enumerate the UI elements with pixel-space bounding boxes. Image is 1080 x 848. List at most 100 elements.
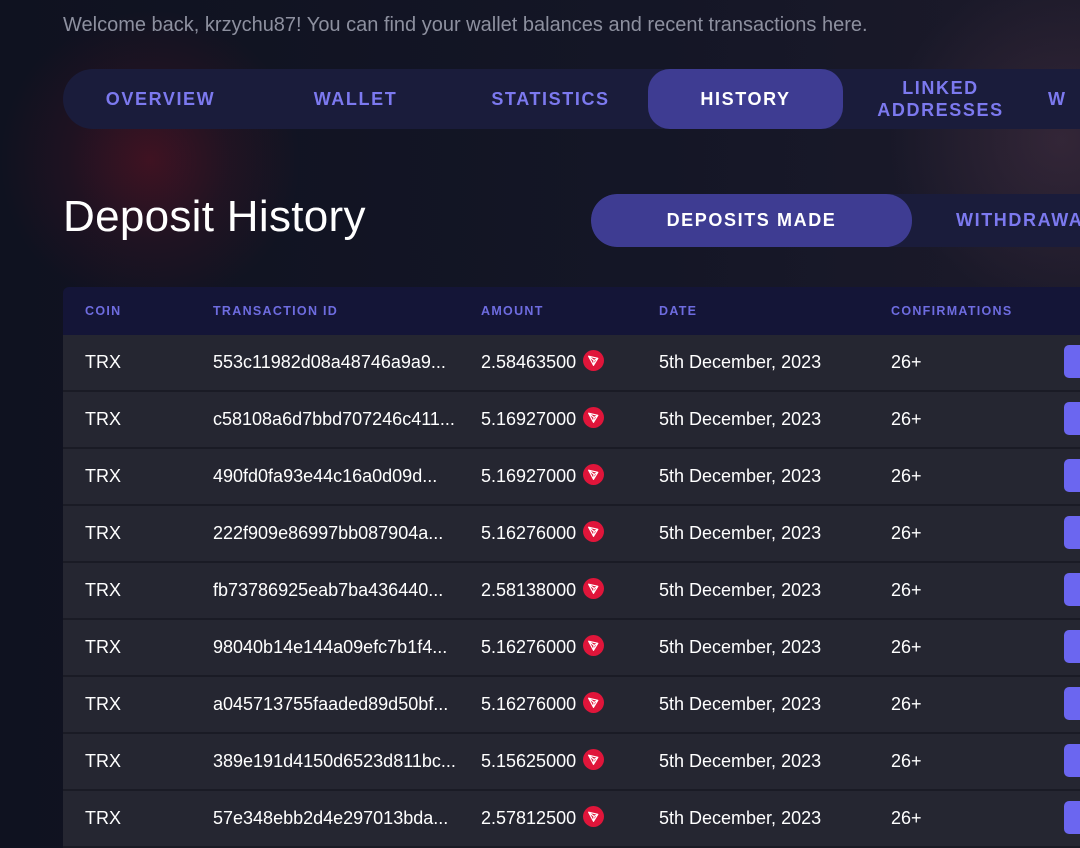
tron-icon <box>583 749 605 770</box>
cell-amount: 5.15625000 <box>481 734 605 789</box>
row-action-button[interactable] <box>1064 345 1080 378</box>
cell-date: 5th December, 2023 <box>659 466 822 486</box>
cell-transaction-id[interactable]: fb73786925eab7ba436440... <box>213 563 471 618</box>
header-confirmations: CONFIRMATIONS <box>891 304 1013 318</box>
tron-icon <box>583 521 605 542</box>
table-row: TRX a045713755faaded89d50bf... 5.1627600… <box>63 677 1080 734</box>
cell-coin: TRX <box>85 466 121 486</box>
cell-confirmations: 26+ <box>891 637 922 657</box>
tron-icon <box>583 692 605 713</box>
row-action-button[interactable] <box>1064 687 1080 720</box>
table-row: TRX 57e348ebb2d4e297013bda... 2.57812500… <box>63 791 1080 848</box>
cell-coin: TRX <box>85 808 121 828</box>
tron-icon <box>583 635 605 656</box>
cell-transaction-id[interactable]: 222f909e86997bb087904a... <box>213 506 471 561</box>
row-action-button[interactable] <box>1064 630 1080 663</box>
cell-amount: 2.58138000 <box>481 563 605 618</box>
deposit-history-table: COIN TRANSACTION ID AMOUNT DATE CONFIRMA… <box>63 287 1080 848</box>
wallet-page: Welcome back, krzychu87! You can find yo… <box>0 0 1080 848</box>
cell-date: 5th December, 2023 <box>659 580 822 600</box>
amount-value: 2.58138000 <box>481 580 577 600</box>
cell-transaction-id[interactable]: 389e191d4150d6523d811bc... <box>213 734 471 789</box>
tab-overview[interactable]: OVERVIEW <box>63 69 258 129</box>
tab-history[interactable]: HISTORY <box>648 69 843 129</box>
deposit-withdraw-toggle: DEPOSITS MADE WITHDRAWA <box>591 194 1080 247</box>
tron-icon <box>583 350 605 371</box>
amount-value: 5.15625000 <box>481 751 577 771</box>
table-row: TRX 389e191d4150d6523d811bc... 5.1562500… <box>63 734 1080 791</box>
cell-date: 5th December, 2023 <box>659 352 822 372</box>
tab-linked-addresses[interactable]: LINKED ADDRESSES <box>843 69 1038 129</box>
cell-transaction-id[interactable]: 490fd0fa93e44c16a0d09d... <box>213 449 471 504</box>
tab-wallet[interactable]: WALLET <box>258 69 453 129</box>
table-header: COIN TRANSACTION ID AMOUNT DATE CONFIRMA… <box>63 287 1080 335</box>
row-action-button[interactable] <box>1064 573 1080 606</box>
subtab-deposits-made[interactable]: DEPOSITS MADE <box>591 194 912 247</box>
header-transaction-id: TRANSACTION ID <box>213 304 339 318</box>
cell-date: 5th December, 2023 <box>659 637 822 657</box>
row-action-button[interactable] <box>1064 402 1080 435</box>
cell-transaction-id[interactable]: c58108a6d7bbd707246c411... <box>213 392 471 447</box>
table-row: TRX 222f909e86997bb087904a... 5.16276000… <box>63 506 1080 563</box>
tron-icon <box>583 464 605 485</box>
subtab-withdrawals[interactable]: WITHDRAWA <box>912 194 1080 247</box>
table-row: TRX 553c11982d08a48746a9a9... 2.58463500… <box>63 335 1080 392</box>
cell-confirmations: 26+ <box>891 466 922 486</box>
row-action-button[interactable] <box>1064 459 1080 492</box>
cell-confirmations: 26+ <box>891 352 922 372</box>
cell-coin: TRX <box>85 580 121 600</box>
table-body: TRX 553c11982d08a48746a9a9... 2.58463500… <box>63 335 1080 848</box>
cell-transaction-id[interactable]: 57e348ebb2d4e297013bda... <box>213 791 471 846</box>
row-action-button[interactable] <box>1064 516 1080 549</box>
cell-date: 5th December, 2023 <box>659 751 822 771</box>
cell-amount: 2.57812500 <box>481 791 605 846</box>
cell-confirmations: 26+ <box>891 694 922 714</box>
cell-date: 5th December, 2023 <box>659 523 822 543</box>
cell-confirmations: 26+ <box>891 580 922 600</box>
row-action-button[interactable] <box>1064 801 1080 834</box>
cell-amount: 5.16276000 <box>481 677 605 732</box>
amount-value: 5.16276000 <box>481 523 577 543</box>
cell-amount: 5.16276000 <box>481 506 605 561</box>
table-row: TRX c58108a6d7bbd707246c411... 5.1692700… <box>63 392 1080 449</box>
cell-coin: TRX <box>85 523 121 543</box>
page-title: Deposit History <box>63 192 366 241</box>
tron-icon <box>583 578 605 599</box>
amount-value: 5.16927000 <box>481 409 577 429</box>
cell-amount: 5.16927000 <box>481 449 605 504</box>
amount-value: 2.57812500 <box>481 808 577 828</box>
cell-confirmations: 26+ <box>891 523 922 543</box>
cell-coin: TRX <box>85 409 121 429</box>
cell-amount: 2.58463500 <box>481 335 605 390</box>
cell-date: 5th December, 2023 <box>659 409 822 429</box>
cell-amount: 5.16276000 <box>481 620 605 675</box>
amount-value: 2.58463500 <box>481 352 577 372</box>
table-row: TRX fb73786925eab7ba436440... 2.58138000… <box>63 563 1080 620</box>
main-tab-bar: OVERVIEW WALLET STATISTICS HISTORY LINKE… <box>63 69 1080 129</box>
cell-confirmations: 26+ <box>891 751 922 771</box>
tron-icon <box>583 806 605 827</box>
cell-confirmations: 26+ <box>891 808 922 828</box>
cell-date: 5th December, 2023 <box>659 694 822 714</box>
amount-value: 5.16276000 <box>481 694 577 714</box>
cell-amount: 5.16927000 <box>481 392 605 447</box>
cell-date: 5th December, 2023 <box>659 808 822 828</box>
cell-confirmations: 26+ <box>891 409 922 429</box>
cell-transaction-id[interactable]: a045713755faaded89d50bf... <box>213 677 471 732</box>
row-action-button[interactable] <box>1064 744 1080 777</box>
tab-statistics[interactable]: STATISTICS <box>453 69 648 129</box>
tab-w-truncated[interactable]: W <box>1048 69 1080 129</box>
amount-value: 5.16927000 <box>481 466 577 486</box>
header-coin: COIN <box>85 304 122 318</box>
header-amount: AMOUNT <box>481 304 544 318</box>
table-row: TRX 490fd0fa93e44c16a0d09d... 5.16927000… <box>63 449 1080 506</box>
cell-transaction-id[interactable]: 553c11982d08a48746a9a9... <box>213 335 471 390</box>
cell-transaction-id[interactable]: 98040b14e144a09efc7b1f4... <box>213 620 471 675</box>
cell-coin: TRX <box>85 751 121 771</box>
tron-icon <box>583 407 605 428</box>
cell-coin: TRX <box>85 352 121 372</box>
welcome-message: Welcome back, krzychu87! You can find yo… <box>63 14 868 36</box>
cell-coin: TRX <box>85 637 121 657</box>
amount-value: 5.16276000 <box>481 637 577 657</box>
table-row: TRX 98040b14e144a09efc7b1f4... 5.1627600… <box>63 620 1080 677</box>
